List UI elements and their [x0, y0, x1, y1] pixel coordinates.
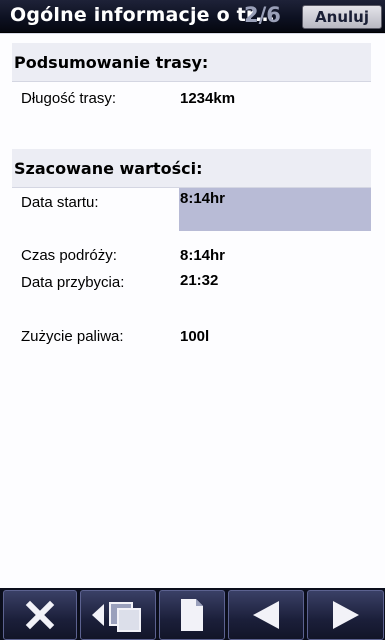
- bottom-toolbar: [0, 588, 385, 640]
- previous-button[interactable]: [228, 590, 304, 640]
- page-indicator: 2/6: [244, 3, 281, 27]
- back-to-list-button[interactable]: [80, 590, 156, 640]
- page-button[interactable]: [159, 590, 225, 640]
- previous-icon: [253, 601, 279, 629]
- close-button[interactable]: [3, 590, 77, 640]
- travel-time-value: 8:14hr: [180, 247, 226, 264]
- route-summary-heading: Podsumowanie trasy:: [14, 53, 209, 72]
- content-area: [0, 33, 385, 589]
- title-bar: Ogólne informacje o tr… 2/6 Anuluj: [0, 0, 385, 33]
- fuel-label: Zużycie paliwa:: [21, 328, 124, 345]
- next-button[interactable]: [307, 590, 384, 640]
- fuel-value: 100l: [180, 328, 210, 345]
- estimates-header: Szacowane wartości:: [12, 149, 371, 188]
- back-to-list-icon: [92, 602, 141, 632]
- route-summary-header: Podsumowanie trasy:: [12, 43, 371, 82]
- start-date-value[interactable]: 8:14hr: [180, 190, 225, 207]
- page-title: Ogólne informacje o tr…: [10, 4, 275, 26]
- next-icon: [332, 601, 359, 629]
- close-icon: [25, 600, 55, 630]
- route-length-value: 1234km: [180, 90, 236, 107]
- route-length-label: Długość trasy:: [21, 90, 117, 107]
- arrival-label: Data przybycia:: [21, 274, 125, 291]
- arrival-value: 21:32: [180, 272, 219, 289]
- travel-time-label: Czas podróży:: [21, 247, 117, 264]
- page-icon: [181, 599, 203, 631]
- cancel-button[interactable]: Anuluj: [302, 5, 382, 29]
- start-date-label: Data startu:: [21, 194, 99, 211]
- estimates-heading: Szacowane wartości:: [14, 159, 203, 178]
